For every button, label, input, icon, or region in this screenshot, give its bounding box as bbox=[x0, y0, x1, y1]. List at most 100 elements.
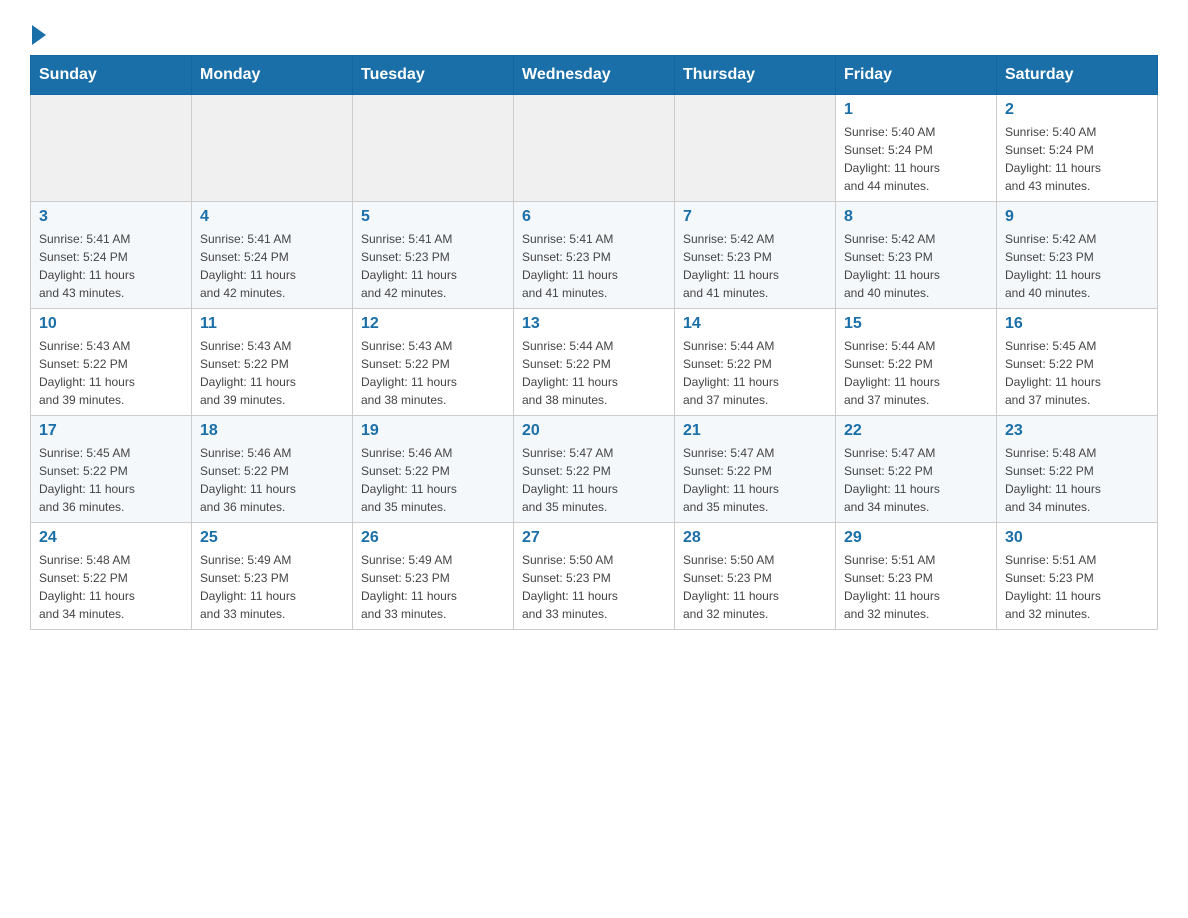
day-number: 19 bbox=[361, 422, 505, 440]
calendar-cell: 13 Sunrise: 5:44 AMSunset: 5:22 PMDayligh… bbox=[514, 309, 675, 416]
day-number: 20 bbox=[522, 422, 666, 440]
day-number: 11 bbox=[200, 315, 344, 333]
day-number: 22 bbox=[844, 422, 988, 440]
day-number: 10 bbox=[39, 315, 183, 333]
calendar-cell: 20 Sunrise: 5:47 AMSunset: 5:22 PMDayligh… bbox=[514, 416, 675, 523]
day-number: 15 bbox=[844, 315, 988, 333]
page-header bbox=[30, 20, 1158, 45]
calendar-week-row: 24 Sunrise: 5:48 AMSunset: 5:22 PMDayligh… bbox=[31, 523, 1158, 630]
calendar-cell: 30Sunrise: 5:51 AMSunset: 5:23 PMDayligh… bbox=[997, 523, 1158, 630]
day-info: Sunrise: 5:44 AMSunset: 5:22 PMDaylight:… bbox=[522, 337, 666, 409]
day-info: Sunrise: 5:51 AMSunset: 5:23 PMDaylight:… bbox=[844, 551, 988, 623]
day-number: 14 bbox=[683, 315, 827, 333]
day-number: 27 bbox=[522, 529, 666, 547]
day-info: Sunrise: 5:41 AMSunset: 5:24 PMDaylight:… bbox=[200, 230, 344, 302]
day-number: 16 bbox=[1005, 315, 1149, 333]
day-header-friday: Friday bbox=[836, 56, 997, 95]
day-header-saturday: Saturday bbox=[997, 56, 1158, 95]
day-number: 7 bbox=[683, 208, 827, 226]
day-info: Sunrise: 5:50 AMSunset: 5:23 PMDaylight:… bbox=[683, 551, 827, 623]
day-number: 17 bbox=[39, 422, 183, 440]
calendar-week-row: 10 Sunrise: 5:43 AMSunset: 5:22 PMDayligh… bbox=[31, 309, 1158, 416]
calendar-cell: 10 Sunrise: 5:43 AMSunset: 5:22 PMDayligh… bbox=[31, 309, 192, 416]
day-number: 8 bbox=[844, 208, 988, 226]
day-number: 24 bbox=[39, 529, 183, 547]
day-header-tuesday: Tuesday bbox=[353, 56, 514, 95]
day-number: 25 bbox=[200, 529, 344, 547]
day-info: Sunrise: 5:48 AMSunset: 5:22 PMDaylight:… bbox=[1005, 444, 1149, 516]
day-number: 18 bbox=[200, 422, 344, 440]
calendar-cell: 17 Sunrise: 5:45 AMSunset: 5:22 PMDayligh… bbox=[31, 416, 192, 523]
day-header-sunday: Sunday bbox=[31, 56, 192, 95]
calendar-cell: 8 Sunrise: 5:42 AMSunset: 5:23 PMDaylight… bbox=[836, 202, 997, 309]
calendar-cell: 27 Sunrise: 5:50 AMSunset: 5:23 PMDayligh… bbox=[514, 523, 675, 630]
calendar-cell: 29 Sunrise: 5:51 AMSunset: 5:23 PMDayligh… bbox=[836, 523, 997, 630]
day-info: Sunrise: 5:43 AMSunset: 5:22 PMDaylight:… bbox=[39, 337, 183, 409]
calendar-cell: 15 Sunrise: 5:44 AMSunset: 5:22 PMDayligh… bbox=[836, 309, 997, 416]
calendar-cell: 6 Sunrise: 5:41 AMSunset: 5:23 PMDaylight… bbox=[514, 202, 675, 309]
day-number: 4 bbox=[200, 208, 344, 226]
calendar-cell: 11Sunrise: 5:43 AMSunset: 5:22 PMDayligh… bbox=[192, 309, 353, 416]
day-info: Sunrise: 5:42 AMSunset: 5:23 PMDaylight:… bbox=[1005, 230, 1149, 302]
calendar-table: SundayMondayTuesdayWednesdayThursdayFrid… bbox=[30, 55, 1158, 630]
calendar-cell: 3 Sunrise: 5:41 AMSunset: 5:24 PMDaylight… bbox=[31, 202, 192, 309]
day-header-wednesday: Wednesday bbox=[514, 56, 675, 95]
calendar-cell: 1Sunrise: 5:40 AMSunset: 5:24 PMDaylight… bbox=[836, 95, 997, 202]
calendar-header-row: SundayMondayTuesdayWednesdayThursdayFrid… bbox=[31, 56, 1158, 95]
calendar-cell: 22 Sunrise: 5:47 AMSunset: 5:22 PMDayligh… bbox=[836, 416, 997, 523]
day-number: 28 bbox=[683, 529, 827, 547]
day-info: Sunrise: 5:49 AMSunset: 5:23 PMDaylight:… bbox=[200, 551, 344, 623]
day-info: Sunrise: 5:46 AMSunset: 5:22 PMDaylight:… bbox=[361, 444, 505, 516]
calendar-cell: 4 Sunrise: 5:41 AMSunset: 5:24 PMDaylight… bbox=[192, 202, 353, 309]
day-number: 23 bbox=[1005, 422, 1149, 440]
calendar-cell bbox=[514, 95, 675, 202]
day-info: Sunrise: 5:41 AMSunset: 5:23 PMDaylight:… bbox=[522, 230, 666, 302]
day-number: 21 bbox=[683, 422, 827, 440]
calendar-cell: 26 Sunrise: 5:49 AMSunset: 5:23 PMDayligh… bbox=[353, 523, 514, 630]
calendar-cell: 21 Sunrise: 5:47 AMSunset: 5:22 PMDayligh… bbox=[675, 416, 836, 523]
day-info: Sunrise: 5:44 AMSunset: 5:22 PMDaylight:… bbox=[844, 337, 988, 409]
day-number: 2 bbox=[1005, 101, 1149, 119]
day-info: Sunrise: 5:47 AMSunset: 5:22 PMDaylight:… bbox=[522, 444, 666, 516]
day-info: Sunrise: 5:47 AMSunset: 5:22 PMDaylight:… bbox=[683, 444, 827, 516]
day-info: Sunrise: 5:46 AMSunset: 5:22 PMDaylight:… bbox=[200, 444, 344, 516]
day-number: 6 bbox=[522, 208, 666, 226]
calendar-cell: 16 Sunrise: 5:45 AMSunset: 5:22 PMDayligh… bbox=[997, 309, 1158, 416]
day-info: Sunrise: 5:44 AMSunset: 5:22 PMDaylight:… bbox=[683, 337, 827, 409]
day-info: Sunrise: 5:48 AMSunset: 5:22 PMDaylight:… bbox=[39, 551, 183, 623]
day-info: Sunrise: 5:41 AMSunset: 5:24 PMDaylight:… bbox=[39, 230, 183, 302]
calendar-cell bbox=[192, 95, 353, 202]
calendar-cell: 25 Sunrise: 5:49 AMSunset: 5:23 PMDayligh… bbox=[192, 523, 353, 630]
day-header-monday: Monday bbox=[192, 56, 353, 95]
day-info: Sunrise: 5:45 AMSunset: 5:22 PMDaylight:… bbox=[1005, 337, 1149, 409]
calendar-cell bbox=[353, 95, 514, 202]
calendar-week-row: 1Sunrise: 5:40 AMSunset: 5:24 PMDaylight… bbox=[31, 95, 1158, 202]
calendar-cell: 14 Sunrise: 5:44 AMSunset: 5:22 PMDayligh… bbox=[675, 309, 836, 416]
day-number: 5 bbox=[361, 208, 505, 226]
calendar-cell: 12Sunrise: 5:43 AMSunset: 5:22 PMDayligh… bbox=[353, 309, 514, 416]
calendar-cell: 9 Sunrise: 5:42 AMSunset: 5:23 PMDaylight… bbox=[997, 202, 1158, 309]
day-info: Sunrise: 5:50 AMSunset: 5:23 PMDaylight:… bbox=[522, 551, 666, 623]
day-info: Sunrise: 5:45 AMSunset: 5:22 PMDaylight:… bbox=[39, 444, 183, 516]
calendar-cell: 23 Sunrise: 5:48 AMSunset: 5:22 PMDayligh… bbox=[997, 416, 1158, 523]
day-number: 30 bbox=[1005, 529, 1149, 547]
day-info: Sunrise: 5:40 AMSunset: 5:24 PMDaylight:… bbox=[844, 123, 988, 195]
day-number: 29 bbox=[844, 529, 988, 547]
day-header-thursday: Thursday bbox=[675, 56, 836, 95]
day-info: Sunrise: 5:42 AMSunset: 5:23 PMDaylight:… bbox=[844, 230, 988, 302]
calendar-cell: 7 Sunrise: 5:42 AMSunset: 5:23 PMDaylight… bbox=[675, 202, 836, 309]
day-info: Sunrise: 5:42 AMSunset: 5:23 PMDaylight:… bbox=[683, 230, 827, 302]
day-info: Sunrise: 5:49 AMSunset: 5:23 PMDaylight:… bbox=[361, 551, 505, 623]
day-number: 13 bbox=[522, 315, 666, 333]
day-number: 9 bbox=[1005, 208, 1149, 226]
calendar-cell bbox=[31, 95, 192, 202]
day-number: 26 bbox=[361, 529, 505, 547]
day-info: Sunrise: 5:41 AMSunset: 5:23 PMDaylight:… bbox=[361, 230, 505, 302]
day-info: Sunrise: 5:47 AMSunset: 5:22 PMDaylight:… bbox=[844, 444, 988, 516]
day-number: 12 bbox=[361, 315, 505, 333]
calendar-cell: 2Sunrise: 5:40 AMSunset: 5:24 PMDaylight… bbox=[997, 95, 1158, 202]
calendar-week-row: 3 Sunrise: 5:41 AMSunset: 5:24 PMDaylight… bbox=[31, 202, 1158, 309]
logo bbox=[30, 20, 46, 45]
calendar-cell: 5 Sunrise: 5:41 AMSunset: 5:23 PMDaylight… bbox=[353, 202, 514, 309]
day-number: 3 bbox=[39, 208, 183, 226]
